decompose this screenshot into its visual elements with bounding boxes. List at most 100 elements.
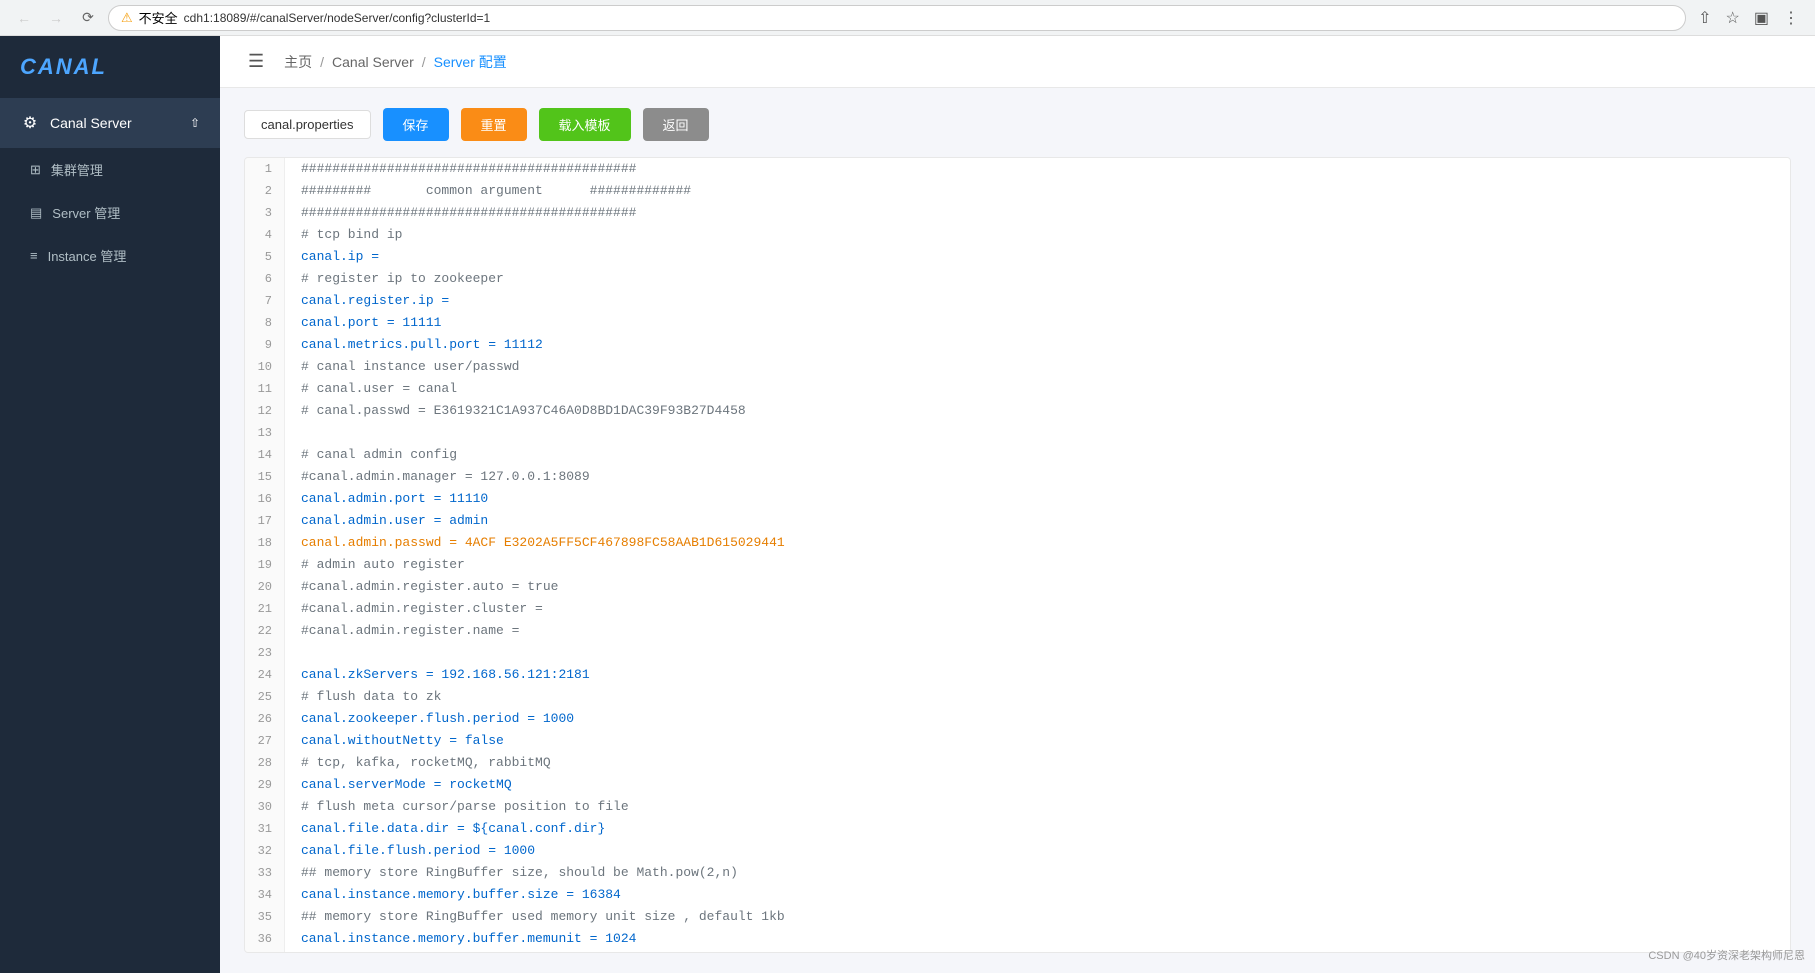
code-line: 3#######################################… <box>245 202 1790 224</box>
split-icon[interactable]: ▣ <box>1750 6 1773 30</box>
breadcrumb-home: 主页 <box>284 52 312 72</box>
sidebar-canal-server-label: Canal Server <box>50 115 180 131</box>
breadcrumb-sep-1: / <box>320 54 324 70</box>
line-number: 2 <box>245 180 285 202</box>
line-number: 14 <box>245 444 285 466</box>
breadcrumb-sep-2: / <box>422 54 426 70</box>
line-content: canal.instance.memory.buffer.size = 1638… <box>285 884 621 906</box>
code-line: 17canal.admin.user = admin <box>245 510 1790 532</box>
sidebar-item-cluster-mgmt[interactable]: ⊞ 集群管理 <box>0 148 220 191</box>
code-line: 27canal.withoutNetty = false <box>245 730 1790 752</box>
instance-label: Instance 管理 <box>48 246 127 265</box>
code-line: 9canal.metrics.pull.port = 11112 <box>245 334 1790 356</box>
line-number: 5 <box>245 246 285 268</box>
bookmark-icon[interactable]: ☆ <box>1722 6 1744 30</box>
line-number: 13 <box>245 422 285 444</box>
app-container: CANAL ⚙ Canal Server ⇧ ⊞ 集群管理 ▤ Server 管… <box>0 36 1815 973</box>
code-line: 7canal.register.ip = <box>245 290 1790 312</box>
line-number: 24 <box>245 664 285 686</box>
code-line: 22#canal.admin.register.name = <box>245 620 1790 642</box>
load-template-button[interactable]: 载入模板 <box>539 108 631 141</box>
sidebar-item-server-mgmt[interactable]: ▤ Server 管理 <box>0 191 220 234</box>
line-content: #canal.admin.manager = 127.0.0.1:8089 <box>285 466 590 488</box>
code-line: 23 <box>245 642 1790 664</box>
code-editor[interactable]: 1#######################################… <box>244 157 1791 953</box>
line-number: 12 <box>245 400 285 422</box>
line-content: # canal.passwd = E3619321C1A937C46A0D8BD… <box>285 400 746 422</box>
line-number: 23 <box>245 642 285 664</box>
sidebar: CANAL ⚙ Canal Server ⇧ ⊞ 集群管理 ▤ Server 管… <box>0 36 220 973</box>
line-content: canal.file.data.dir = ${canal.conf.dir} <box>285 818 605 840</box>
line-number: 26 <box>245 708 285 730</box>
line-content: # tcp, kafka, rocketMQ, rabbitMQ <box>285 752 551 774</box>
code-line: 1#######################################… <box>245 158 1790 180</box>
line-content: canal.instance.memory.buffer.memunit = 1… <box>285 928 636 950</box>
save-button[interactable]: 保存 <box>383 108 449 141</box>
line-content: ## memory store RingBuffer size, should … <box>285 862 738 884</box>
chevron-up-icon: ⇧ <box>190 116 200 130</box>
line-number: 7 <box>245 290 285 312</box>
code-line: 21#canal.admin.register.cluster = <box>245 598 1790 620</box>
reload-btn[interactable]: ⟳ <box>76 6 100 30</box>
browser-actions: ⇧ ☆ ▣ ⋮ <box>1694 6 1803 30</box>
line-number: 25 <box>245 686 285 708</box>
main-content: ☰ 主页 / Canal Server / Server 配置 canal.pr… <box>220 36 1815 973</box>
logo-text: CANAL <box>20 54 107 79</box>
address-bar[interactable]: ⚠ 不安全 cdh1:18089/#/canalServer/nodeServe… <box>108 5 1686 31</box>
code-line: 2######### common argument ############# <box>245 180 1790 202</box>
code-line: 6# register ip to zookeeper <box>245 268 1790 290</box>
back-btn[interactable]: ← <box>12 6 36 30</box>
code-line: 33## memory store RingBuffer size, shoul… <box>245 862 1790 884</box>
line-number: 16 <box>245 488 285 510</box>
line-content: # tcp bind ip <box>285 224 402 246</box>
share-icon[interactable]: ⇧ <box>1694 6 1715 30</box>
line-content: # admin auto register <box>285 554 465 576</box>
line-content: canal.file.flush.period = 1000 <box>285 840 535 862</box>
line-number: 37 <box>245 950 285 953</box>
canal-server-icon: ⚙ <box>20 113 40 133</box>
line-content: canal.serverMode = rocketMQ <box>285 774 512 796</box>
back-button[interactable]: 返回 <box>643 108 709 141</box>
forward-btn[interactable]: → <box>44 6 68 30</box>
line-content: canal.port = 11111 <box>285 312 441 334</box>
breadcrumb-canal-server: Canal Server <box>332 54 414 70</box>
line-number: 33 <box>245 862 285 884</box>
code-line: 34canal.instance.memory.buffer.size = 16… <box>245 884 1790 906</box>
cluster-icon: ⊞ <box>30 162 41 178</box>
server-icon: ▤ <box>30 205 42 221</box>
reset-button[interactable]: 重置 <box>461 108 527 141</box>
line-content: ## memory store RingBuffer used memory u… <box>285 906 785 928</box>
code-line: 29canal.serverMode = rocketMQ <box>245 774 1790 796</box>
breadcrumb: 主页 / Canal Server / Server 配置 <box>284 52 507 72</box>
line-number: 32 <box>245 840 285 862</box>
line-content: # flush meta cursor/parse position to fi… <box>285 796 629 818</box>
code-line: 31canal.file.data.dir = ${canal.conf.dir… <box>245 818 1790 840</box>
menu-icon[interactable]: ⋮ <box>1779 6 1803 30</box>
code-line: 32canal.file.flush.period = 1000 <box>245 840 1790 862</box>
line-content: # canal instance user/passwd <box>285 356 519 378</box>
content-area: canal.properties 保存 重置 载入模板 返回 1########… <box>220 88 1815 973</box>
line-content: canal.register.ip = <box>285 290 449 312</box>
toolbar: canal.properties 保存 重置 载入模板 返回 <box>244 108 1791 141</box>
code-line: 20#canal.admin.register.auto = true <box>245 576 1790 598</box>
line-number: 22 <box>245 620 285 642</box>
warning-label: 不安全 <box>139 8 178 27</box>
code-line: 25# flush data to zk <box>245 686 1790 708</box>
line-number: 10 <box>245 356 285 378</box>
hamburger-btn[interactable]: ☰ <box>244 47 268 76</box>
sidebar-item-instance-mgmt[interactable]: ≡ Instance 管理 <box>0 234 220 277</box>
url-text: cdh1:18089/#/canalServer/nodeServer/conf… <box>184 11 491 25</box>
line-number: 20 <box>245 576 285 598</box>
code-line: 14# canal admin config <box>245 444 1790 466</box>
line-number: 28 <box>245 752 285 774</box>
line-content: canal.withoutNetty = false <box>285 730 504 752</box>
sidebar-item-canal-server[interactable]: ⚙ Canal Server ⇧ <box>0 99 220 147</box>
sidebar-logo: CANAL <box>0 36 220 99</box>
line-content: canal.ip = <box>285 246 379 268</box>
code-line: 19# admin auto register <box>245 554 1790 576</box>
line-content: canal.admin.passwd = 4ACF E3202A5FF5CF46… <box>285 532 785 554</box>
line-content: canal.admin.port = 11110 <box>285 488 488 510</box>
sidebar-section: ⊞ 集群管理 ▤ Server 管理 ≡ Instance 管理 <box>0 147 220 277</box>
code-line: 10# canal instance user/passwd <box>245 356 1790 378</box>
line-number: 6 <box>245 268 285 290</box>
